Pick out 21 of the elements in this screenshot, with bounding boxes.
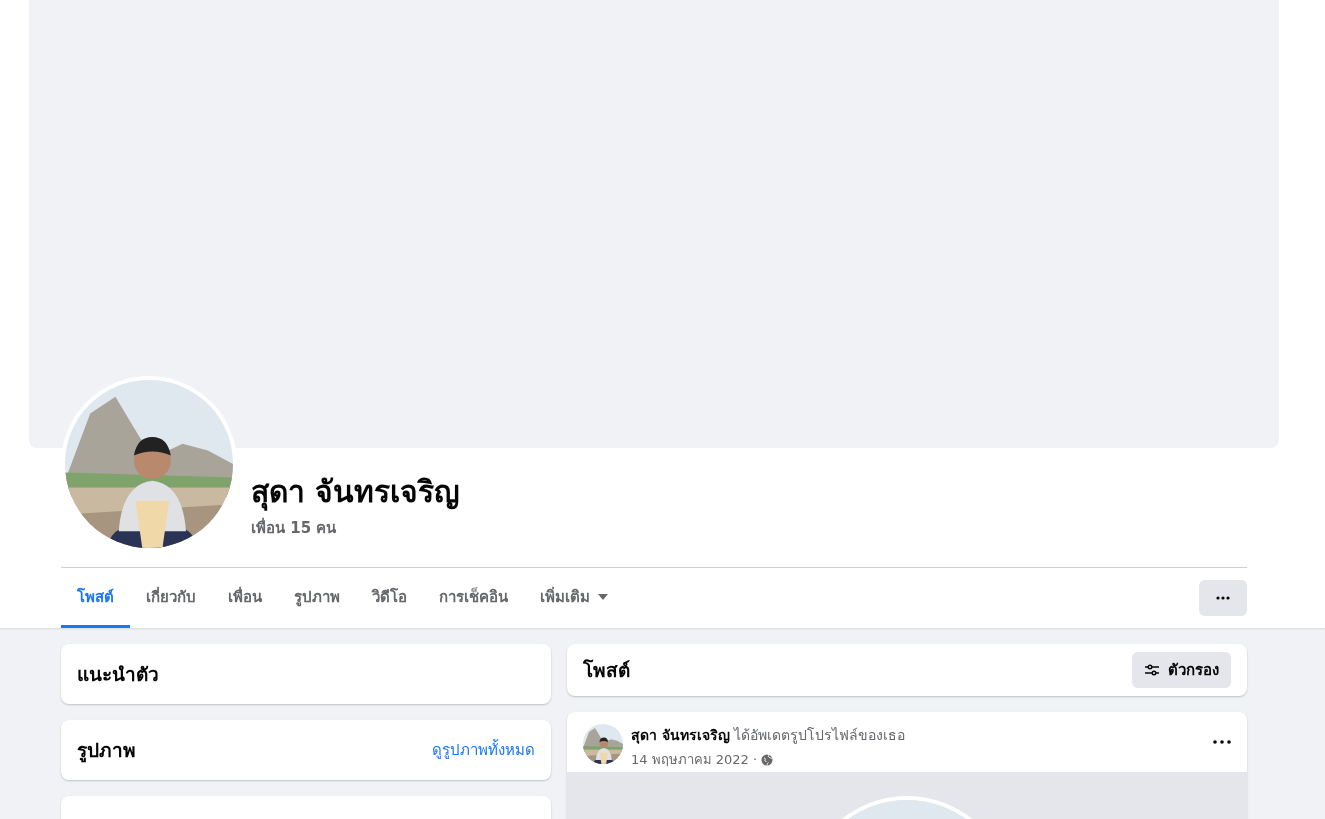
filter-button[interactable]: ตัวกรอง bbox=[1132, 652, 1231, 688]
post-headline: สุดา จันทรเจริญ ได้อัพเดตรูปโปรไฟล์ของเธอ bbox=[631, 726, 907, 746]
tab[interactable]: รูปภาพ bbox=[278, 568, 356, 628]
more-icon bbox=[1216, 596, 1230, 600]
tab[interactable]: โพสต์ bbox=[61, 568, 130, 628]
friends-count: เพื่อน 15 คน bbox=[251, 516, 338, 539]
post-date[interactable]: 14 พฤษภาคม 2022 · bbox=[631, 749, 758, 770]
tab[interactable]: เกี่ยวกับ bbox=[130, 568, 212, 628]
tab[interactable]: การเช็คอิน bbox=[423, 568, 524, 628]
filter-icon bbox=[1144, 664, 1160, 676]
posts-title: โพสต์ bbox=[583, 658, 630, 683]
see-all-link[interactable]: ดูรูปภาพทั้งหมด bbox=[432, 738, 535, 762]
caret-icon bbox=[598, 593, 608, 600]
more-icon[interactable] bbox=[1213, 740, 1231, 744]
card-title: รูปภาพ bbox=[77, 738, 136, 765]
tab[interactable]: เพิ่มเติม bbox=[524, 568, 624, 628]
profile-name: สุดา จันทรเจริญ bbox=[251, 474, 461, 510]
globe-icon bbox=[761, 753, 774, 766]
tab[interactable]: วิดีโอ bbox=[356, 568, 423, 628]
tab[interactable]: เพื่อน bbox=[212, 568, 278, 628]
card-title: แนะนำตัว bbox=[77, 662, 159, 687]
